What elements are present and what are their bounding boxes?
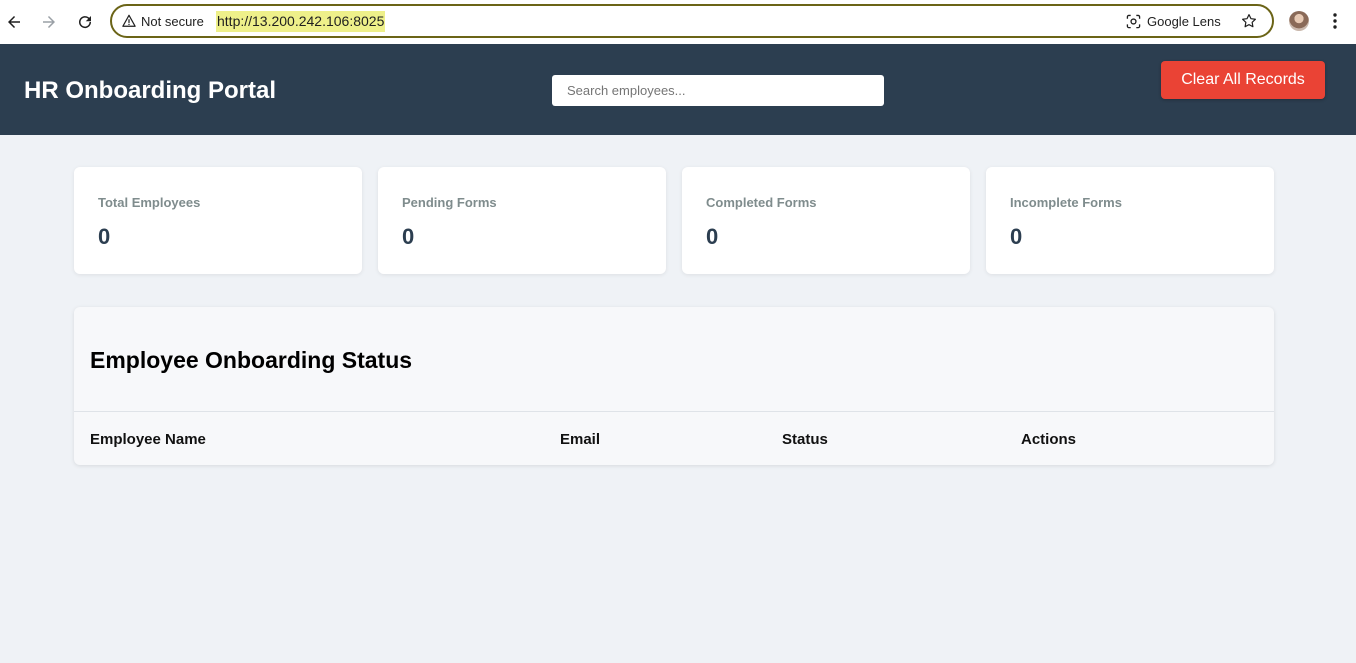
column-header-status: Status	[782, 431, 828, 448]
google-lens-icon[interactable]	[1126, 14, 1141, 29]
more-menu-icon[interactable]	[1326, 11, 1344, 31]
reload-icon[interactable]	[73, 10, 97, 34]
stat-value: 0	[98, 224, 111, 249]
stat-card-total-employees: Total Employees 0	[74, 167, 362, 274]
url-text[interactable]: http://13.200.242.106:8025	[216, 11, 386, 32]
address-bar[interactable]: Not secure http://13.200.242.106:8025 Go…	[110, 4, 1274, 38]
stat-label: Completed Forms	[706, 195, 817, 210]
stat-value: 0	[402, 224, 415, 249]
profile-avatar[interactable]	[1289, 11, 1309, 31]
page-title: HR Onboarding Portal	[24, 77, 276, 104]
employee-status-panel: Employee Onboarding Status Employee Name…	[74, 307, 1274, 465]
bookmark-star-icon[interactable]	[1240, 12, 1258, 30]
stat-card-incomplete-forms: Incomplete Forms 0	[986, 167, 1274, 274]
warning-icon[interactable]	[122, 14, 136, 28]
stat-label: Total Employees	[98, 195, 201, 210]
column-header-employee-name: Employee Name	[90, 431, 206, 448]
stat-label: Pending Forms	[402, 195, 497, 210]
divider	[74, 411, 1274, 412]
app-header: HR Onboarding Portal Clear All Records	[0, 44, 1356, 135]
stat-label: Incomplete Forms	[1010, 195, 1122, 210]
clear-all-records-button[interactable]: Clear All Records	[1161, 61, 1325, 99]
panel-title: Employee Onboarding Status	[90, 347, 413, 373]
stat-value: 0	[1010, 224, 1023, 249]
stat-card-completed-forms: Completed Forms 0	[682, 167, 970, 274]
stat-card-pending-forms: Pending Forms 0	[378, 167, 666, 274]
security-status-label[interactable]: Not secure	[141, 14, 204, 29]
forward-icon[interactable]	[37, 10, 61, 34]
stat-value: 0	[706, 224, 719, 249]
search-input[interactable]	[552, 75, 884, 106]
column-header-actions: Actions	[1021, 431, 1077, 448]
browser-toolbar: Not secure http://13.200.242.106:8025 Go…	[0, 0, 1356, 44]
column-header-email: Email	[560, 431, 601, 448]
back-icon[interactable]	[2, 10, 26, 34]
google-lens-label[interactable]: Google Lens	[1147, 14, 1221, 29]
